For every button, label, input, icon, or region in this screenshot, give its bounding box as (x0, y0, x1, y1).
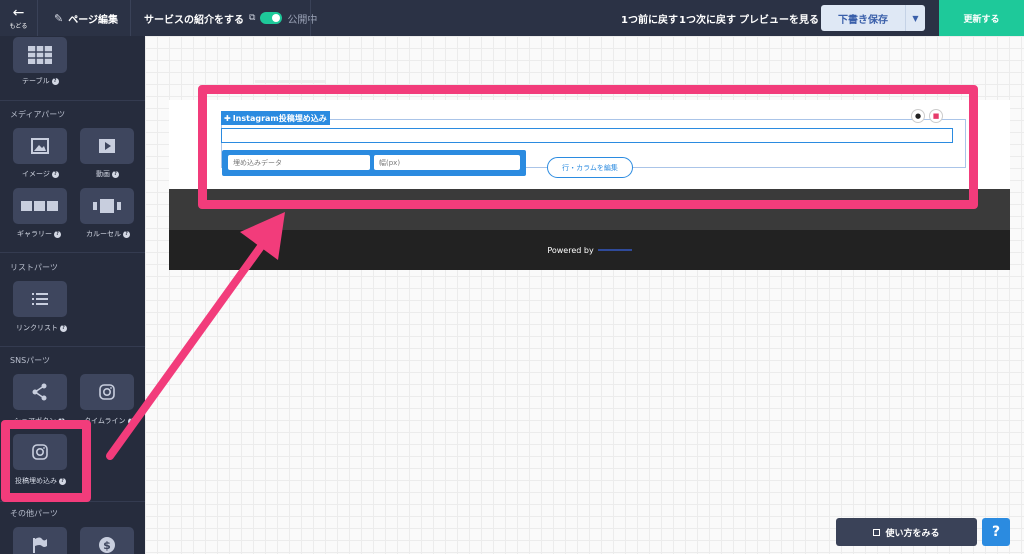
video-icon (99, 139, 115, 153)
save-draft-button[interactable]: 下書き保存 ▼ (821, 5, 925, 31)
divider (0, 252, 145, 253)
footer: Powered by (169, 230, 1010, 270)
help-icon: ? (127, 417, 135, 425)
image-icon (31, 138, 49, 154)
carousel-icon (93, 199, 121, 213)
share-part-tile[interactable] (13, 374, 67, 410)
help-icon: ? (60, 324, 67, 332)
preview-button[interactable]: プレビューを見る (739, 0, 819, 36)
gallery-part-tile[interactable] (13, 188, 67, 224)
flag-icon (33, 537, 47, 553)
divider (0, 100, 145, 101)
page-edit-tab[interactable]: ✎ ページ編集 (54, 0, 118, 36)
timeline-part-tile[interactable] (80, 374, 134, 410)
sns-section-title: SNSパーツ (10, 356, 50, 365)
page-title: サービスの紹介をする (144, 14, 244, 26)
external-link-icon[interactable]: ⧉ (249, 13, 255, 23)
share-icon (32, 383, 47, 401)
divider (130, 0, 131, 36)
flag-part-tile[interactable] (13, 527, 67, 554)
linklist-part-label: リンクリスト? (16, 323, 67, 333)
back-button[interactable]: ← もどる (0, 0, 38, 36)
pencil-icon: ✎ (54, 11, 64, 25)
instagram-icon (99, 384, 115, 400)
carousel-part-label: カルーセル? (86, 229, 130, 239)
gallery-part-label: ギャラリー? (17, 229, 61, 239)
howto-label: 使い方をみる (885, 528, 940, 539)
chevron-down-icon[interactable]: ▼ (905, 5, 925, 31)
price-part-tile[interactable]: $ (80, 527, 134, 554)
publish-toggle[interactable] (260, 12, 283, 24)
video-part-tile[interactable] (80, 128, 134, 164)
arrow-left-icon: ← (12, 5, 25, 21)
dollar-icon: $ (99, 537, 115, 553)
highlight-box-part (1, 420, 91, 502)
powered-by-link[interactable] (597, 249, 632, 251)
undo-button[interactable]: 1つ前に戻す (621, 0, 678, 36)
page-title-area: サービスの紹介をする ⧉ 公開中 (144, 0, 317, 36)
svg-text:$: $ (103, 539, 111, 552)
divider (0, 346, 145, 347)
publish-status: 公開中 (287, 14, 318, 26)
back-label: もどる (9, 23, 28, 30)
update-button[interactable]: 更新する (939, 0, 1024, 36)
table-part-label: テーブル? (22, 76, 59, 86)
help-button[interactable]: ? (982, 518, 1010, 546)
list-icon (32, 293, 48, 305)
image-part-tile[interactable] (13, 128, 67, 164)
divider (310, 0, 311, 36)
carousel-part-tile[interactable] (80, 188, 134, 224)
highlight-box-block (198, 85, 978, 209)
help-icon: ? (51, 77, 59, 85)
image-part-label: イメージ? (22, 169, 59, 179)
linklist-part-tile[interactable] (13, 281, 67, 317)
help-icon: ? (123, 230, 130, 238)
top-bar: ← もどる ✎ ページ編集 サービスの紹介をする ⧉ 公開中 1つ前に戻す 1つ… (0, 0, 1024, 36)
other-section-title: その他パーツ (10, 509, 58, 518)
list-section-title: リストパーツ (10, 263, 58, 272)
media-section-title: メディアパーツ (10, 110, 66, 119)
help-icon: ? (51, 170, 59, 178)
gallery-icon (21, 201, 58, 211)
square-icon (873, 528, 881, 536)
video-part-label: 動画? (96, 169, 119, 179)
help-icon: ? (112, 170, 119, 178)
table-icon (28, 46, 52, 64)
faint-heading (255, 80, 325, 83)
howto-button[interactable]: 使い方をみる (836, 518, 977, 546)
table-part-tile[interactable] (13, 37, 67, 73)
redo-button[interactable]: 1つ次に戻す (679, 0, 736, 36)
timeline-part-label: タイムライン? (84, 416, 135, 426)
help-icon: ? (54, 230, 61, 238)
powered-by-text: Powered by (547, 245, 594, 255)
page-edit-label: ページ編集 (68, 14, 119, 26)
save-draft-label: 下書き保存 (838, 14, 888, 26)
